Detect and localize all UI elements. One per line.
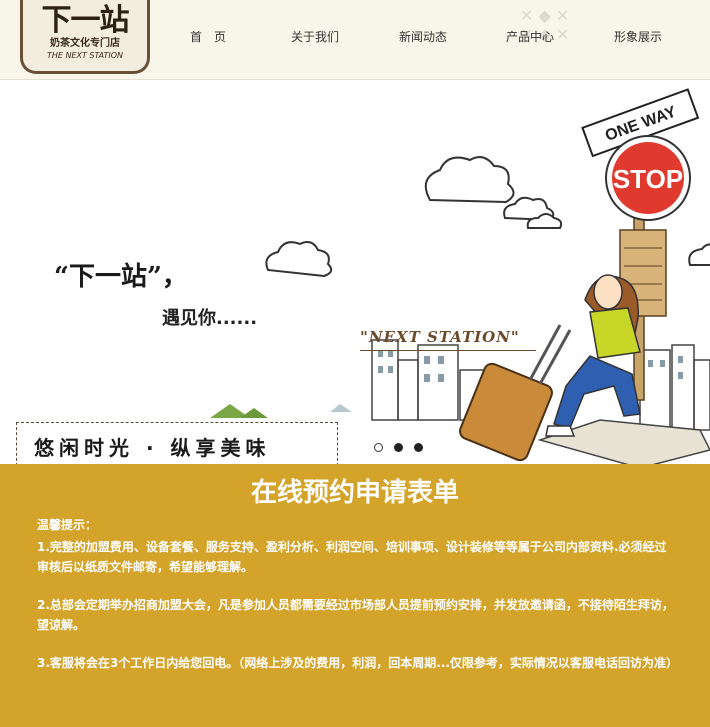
notice-item-2: 2.总部会定期举办招商加盟大会，凡是参加人员都需要经过市场部人员提前预约安排，并… [37, 598, 674, 632]
slogan-underline [360, 350, 536, 351]
notice-item-3: 3.客服将会在3个工作日内给您回电。（网络上涉及的费用，利润，回本周期...仅限… [37, 656, 678, 670]
notice-heading: 温馨提示： [37, 518, 98, 532]
banner-english-slogan: "NEXT STATION" [360, 328, 520, 346]
form-title: 在线预约申请表单 [250, 478, 459, 508]
logo-english: THE NEXT STATION [46, 51, 124, 60]
carousel-dots [374, 437, 429, 456]
carousel-dot-3[interactable] [414, 443, 424, 452]
banner-tagline: 悠闲时光 · 纵享美味 [34, 436, 271, 460]
banner-subline: 遇见你...... [162, 308, 258, 329]
appointment-form-section: 在线预约申请表单 温馨提示： 1.完整的加盟费用、设备套餐、服务支持、盈利分析、… [0, 464, 710, 727]
stop-sign-label: STOP [613, 164, 683, 194]
girl-character-icon [545, 274, 641, 437]
nav-news[interactable]: 新闻动态 [399, 28, 447, 45]
hero-banner[interactable]: ONE WAY STOP “下一站”， 遇见你...... "NEXT STAT… [0, 80, 710, 464]
nav-products[interactable]: 产品中心 [506, 28, 554, 45]
nav-gallery[interactable]: 形象展示 [614, 28, 662, 45]
logo-subtitle: 奶茶文化专门店 [50, 38, 120, 49]
site-header: 下一站 奶茶文化专门店 THE NEXT STATION ✕ ◆ ✕ ✕ ◆ ✕ … [0, 0, 710, 80]
notice-item-1: 1.完整的加盟费用、设备套餐、服务支持、盈利分析、利润空间、培训事项、设计装修等… [37, 540, 667, 574]
carousel-dot-2[interactable] [394, 443, 404, 452]
hill-icon [210, 404, 352, 418]
carousel-dot-1[interactable] [374, 443, 383, 452]
logo-title: 下一站 [41, 3, 130, 38]
main-nav: ✕ ◆ ✕ ✕ ◆ ✕ 首 页 关于我们 新闻动态 产品中心 形象展示 [150, 0, 710, 72]
nav-home[interactable]: 首 页 [190, 28, 226, 45]
brand-logo[interactable]: 下一站 奶茶文化专门店 THE NEXT STATION [20, 0, 150, 74]
nav-about[interactable]: 关于我们 [291, 28, 339, 45]
banner-headline: “下一站”， [54, 262, 188, 292]
